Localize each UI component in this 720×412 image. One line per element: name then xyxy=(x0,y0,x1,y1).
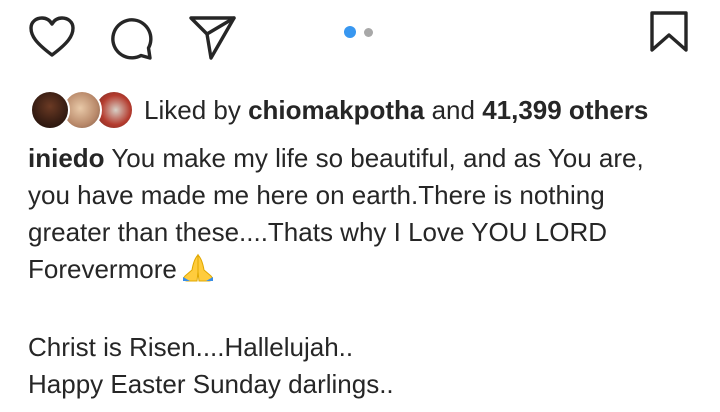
avatar xyxy=(30,90,70,130)
caption-line: Forevermore🙏 xyxy=(28,251,698,292)
comment-icon[interactable] xyxy=(108,15,156,61)
praying-hands-emoji: 🙏 xyxy=(181,252,215,292)
caption-username[interactable]: iniedo xyxy=(28,143,105,173)
paper-plane-icon[interactable] xyxy=(188,15,238,61)
likes-count[interactable]: 41,399 others xyxy=(482,95,648,125)
post-action-bar xyxy=(0,0,720,72)
liked-by-label: Liked by xyxy=(144,95,241,125)
liker-avatars xyxy=(30,90,134,130)
caption-line: you have made me here on earth.There is … xyxy=(28,180,605,210)
post-caption: iniedo You make my life so beautiful, an… xyxy=(28,140,698,403)
heart-icon[interactable] xyxy=(28,15,76,59)
caption-line: Christ is Risen....Hallelujah.. xyxy=(28,332,354,362)
liker-username[interactable]: chiomakpotha xyxy=(248,95,424,125)
carousel-dot-inactive xyxy=(364,28,373,37)
carousel-dot-active xyxy=(344,26,356,38)
caption-text: Forevermore xyxy=(28,254,177,284)
caption-line: greater than these....Thats why I Love Y… xyxy=(28,217,608,247)
likes-text: Liked by chiomakpotha and 41,399 others xyxy=(144,93,648,127)
caption-line: Happy Easter Sunday darlings.. xyxy=(28,369,394,399)
likes-joiner: and xyxy=(431,95,475,125)
bookmark-icon[interactable] xyxy=(648,10,690,54)
caption-text: You make my life so beautiful, and as Yo… xyxy=(111,143,644,173)
caption-line: iniedo You make my life so beautiful, an… xyxy=(28,140,698,177)
likes-summary[interactable]: Liked by chiomakpotha and 41,399 others xyxy=(30,88,710,132)
